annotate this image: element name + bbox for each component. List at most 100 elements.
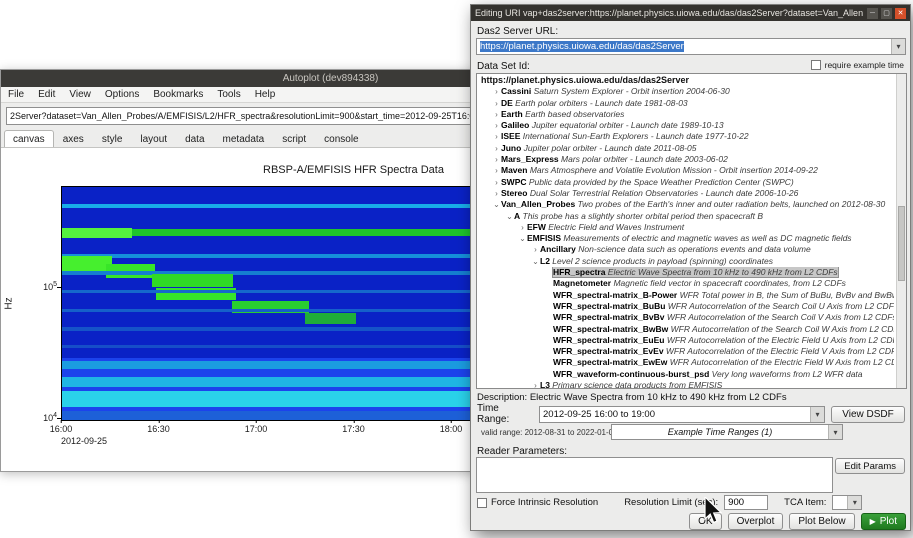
chevron-down-icon[interactable]: ▾ bbox=[828, 425, 842, 439]
chevron-right-icon[interactable]: › bbox=[492, 143, 501, 154]
tab-metadata[interactable]: metadata bbox=[214, 130, 274, 147]
chevron-down-icon[interactable]: ▾ bbox=[810, 407, 824, 422]
chevron-down-icon[interactable]: ⌄ bbox=[492, 199, 501, 210]
description-label: Description: bbox=[477, 392, 527, 403]
force-intrinsic-checkbox[interactable] bbox=[477, 498, 487, 508]
tree-item-name: WFR_waveform-continuous-burst_psd bbox=[553, 369, 709, 379]
menu-tools[interactable]: Tools bbox=[210, 87, 247, 103]
menu-bookmarks[interactable]: Bookmarks bbox=[146, 87, 210, 103]
tree-item-name: WFR_spectral-matrix_EvEv bbox=[553, 346, 664, 356]
tree-item-description: Electric Field and Waves Instrument bbox=[546, 222, 684, 232]
chevron-right-icon[interactable]: › bbox=[531, 244, 540, 255]
tree-item-WFR_spectral-matrix_BuBu[interactable]: WFR_spectral-matrix_BuBu WFR Autocorrela… bbox=[477, 301, 894, 312]
reader-parameters-label: Reader Parameters: bbox=[477, 446, 567, 457]
menu-edit[interactable]: Edit bbox=[31, 87, 62, 103]
chevron-down-icon[interactable]: ⌄ bbox=[505, 211, 514, 222]
tree-item-WFR_spectral-matrix_EvEv[interactable]: WFR_spectral-matrix_EvEv WFR Autocorrela… bbox=[477, 346, 894, 357]
chevron-down-icon[interactable]: ▾ bbox=[891, 39, 905, 54]
example-time-ranges-combobox[interactable]: Example Time Ranges (1) ▾ bbox=[611, 424, 843, 440]
minimize-icon[interactable]: ─ bbox=[867, 8, 878, 19]
tree-scrollbar[interactable] bbox=[896, 74, 906, 388]
menu-help[interactable]: Help bbox=[248, 87, 283, 103]
tree-item-Galileo[interactable]: ›Galileo Jupiter equatorial orbiter - La… bbox=[477, 120, 894, 131]
screen: Autoplot (dev894338) ─ ▢ ✕ FileEditViewO… bbox=[0, 0, 913, 538]
tree-item-Magnetometer[interactable]: Magnetometer Magnetic field vector in sp… bbox=[477, 278, 894, 289]
reader-parameters-textarea[interactable] bbox=[476, 457, 833, 493]
server-url-combobox[interactable]: https://planet.physics.uiowa.edu/das/das… bbox=[476, 38, 906, 55]
tab-data[interactable]: data bbox=[176, 130, 213, 147]
tab-console[interactable]: console bbox=[315, 130, 367, 147]
chevron-right-icon[interactable]: › bbox=[518, 222, 527, 233]
require-example-time-checkbox[interactable]: require example time bbox=[811, 60, 904, 70]
chevron-right-icon[interactable]: › bbox=[492, 131, 501, 142]
plot-button-label: Plot bbox=[880, 516, 897, 527]
chevron-right-icon[interactable]: › bbox=[492, 120, 501, 131]
dataset-tree: https://planet.physics.uiowa.edu/das/das… bbox=[476, 73, 907, 389]
tree-item-Earth[interactable]: ›Earth Earth based observatories bbox=[477, 109, 894, 120]
tree-item-Van_Allen_Probes[interactable]: ⌄Van_Allen_Probes Two probes of the Eart… bbox=[477, 199, 894, 210]
chevron-right-icon[interactable]: › bbox=[492, 109, 501, 120]
chevron-right-icon[interactable]: › bbox=[492, 188, 501, 199]
tab-script[interactable]: script bbox=[273, 130, 315, 147]
tree-item-WFR_spectral-matrix_B-Power[interactable]: WFR_spectral-matrix_B-Power WFR Total po… bbox=[477, 290, 894, 301]
tree-item-Stereo[interactable]: ›Stereo Dual Solar Terrestrial Relation … bbox=[477, 188, 894, 199]
spectrogram-band bbox=[152, 274, 234, 287]
edit-params-button[interactable]: Edit Params bbox=[835, 458, 905, 474]
tree-item-A[interactable]: ⌄A This probe has a slightly shorter orb… bbox=[477, 211, 894, 222]
tab-canvas[interactable]: canvas bbox=[4, 130, 54, 147]
tree-item-EMFISIS[interactable]: ⌄EMFISIS Measurements of electric and ma… bbox=[477, 233, 894, 244]
plot-button[interactable]: ▶ Plot bbox=[861, 513, 906, 530]
tree-item-name: SWPC bbox=[501, 177, 527, 187]
plot-below-button[interactable]: Plot Below bbox=[789, 513, 854, 530]
overplot-button[interactable]: Overplot bbox=[728, 513, 784, 530]
view-dsdf-button[interactable]: View DSDF bbox=[831, 406, 905, 423]
tree-item-description: WFR Autocorrelation of the Electric Fiel… bbox=[664, 346, 894, 356]
tree-item-L2[interactable]: ⌄L2 Level 2 science products in payload … bbox=[477, 256, 894, 267]
tab-layout[interactable]: layout bbox=[131, 130, 176, 147]
tree-item-L3[interactable]: ›L3 Primary science data products from E… bbox=[477, 380, 894, 389]
tree-item-WFR_spectral-matrix_BwBw[interactable]: WFR_spectral-matrix_BwBw WFR Autocorrela… bbox=[477, 324, 894, 335]
time-range-combobox[interactable]: 2012-09-25 16:00 to 19:00 ▾ bbox=[539, 406, 825, 423]
menu-view[interactable]: View bbox=[62, 87, 98, 103]
chevron-down-icon[interactable]: ⌄ bbox=[518, 233, 527, 244]
chevron-right-icon[interactable]: › bbox=[492, 86, 501, 97]
tree-item-WFR_spectral-matrix_EwEw[interactable]: WFR_spectral-matrix_EwEw WFR Autocorrela… bbox=[477, 357, 894, 368]
chevron-right-icon[interactable]: › bbox=[531, 380, 540, 389]
maximize-icon[interactable]: ▢ bbox=[881, 8, 892, 19]
tree-item-Juno[interactable]: ›Juno Jupiter polar orbiter - Launch dat… bbox=[477, 143, 894, 154]
tree-root[interactable]: https://planet.physics.uiowa.edu/das/das… bbox=[477, 75, 894, 86]
tree-item-SWPC[interactable]: ›SWPC Public data provided by the Space … bbox=[477, 177, 894, 188]
tree-item-name: Juno bbox=[501, 143, 521, 153]
chevron-right-icon[interactable]: › bbox=[492, 165, 501, 176]
tree-item-Mars_Express[interactable]: ›Mars_Express Mars polar orbiter - Launc… bbox=[477, 154, 894, 165]
tree-item-Ancillary[interactable]: ›Ancillary Non-science data such as oper… bbox=[477, 244, 894, 255]
tree-item-description: Electric Wave Spectra from 10 kHz to 490… bbox=[605, 267, 837, 277]
chevron-right-icon[interactable]: › bbox=[492, 154, 501, 165]
checkbox-icon[interactable] bbox=[811, 60, 821, 70]
chevron-right-icon[interactable]: › bbox=[492, 177, 501, 188]
tree-item-name: ISEE bbox=[501, 131, 520, 141]
tree-item-ISEE[interactable]: ›ISEE International Sun-Earth Explorers … bbox=[477, 131, 894, 142]
tree-item-Cassini[interactable]: ›Cassini Saturn System Explorer - Orbit … bbox=[477, 86, 894, 97]
chevron-down-icon[interactable]: ▾ bbox=[847, 496, 861, 509]
tca-item-combobox[interactable]: ▾ bbox=[832, 495, 862, 510]
tree-item-HFR_spectra[interactable]: HFR_spectra Electric Wave Spectra from 1… bbox=[477, 267, 894, 278]
menu-file[interactable]: File bbox=[1, 87, 31, 103]
tab-style[interactable]: style bbox=[93, 130, 132, 147]
tree-item-Maven[interactable]: ›Maven Mars Atmosphere and Volatile Evol… bbox=[477, 165, 894, 176]
chevron-right-icon[interactable]: › bbox=[492, 98, 501, 109]
tree-item-description: Level 2 science products in payload (spi… bbox=[550, 256, 773, 266]
tree-item-EFW[interactable]: ›EFW Electric Field and Waves Instrument bbox=[477, 222, 894, 233]
close-icon[interactable]: ✕ bbox=[895, 8, 906, 19]
tab-axes[interactable]: axes bbox=[54, 130, 93, 147]
tree-item-name: Ancillary bbox=[540, 244, 576, 254]
tree-item-WFR_waveform-continuous-burst_psd[interactable]: WFR_waveform-continuous-burst_psd Very l… bbox=[477, 369, 894, 380]
resolution-limit-input[interactable] bbox=[724, 495, 768, 510]
scrollbar-thumb[interactable] bbox=[898, 206, 905, 281]
tree-item-WFR_spectral-matrix_BvBv[interactable]: WFR_spectral-matrix_BvBv WFR Autocorrela… bbox=[477, 312, 894, 323]
autoplot-window-title: Autoplot (dev894338) bbox=[283, 70, 379, 87]
tree-item-WFR_spectral-matrix_EuEu[interactable]: WFR_spectral-matrix_EuEu WFR Autocorrela… bbox=[477, 335, 894, 346]
chevron-down-icon[interactable]: ⌄ bbox=[531, 256, 540, 267]
tree-item-DE[interactable]: ›DE Earth polar orbiters - Launch date 1… bbox=[477, 98, 894, 109]
menu-options[interactable]: Options bbox=[98, 87, 146, 103]
